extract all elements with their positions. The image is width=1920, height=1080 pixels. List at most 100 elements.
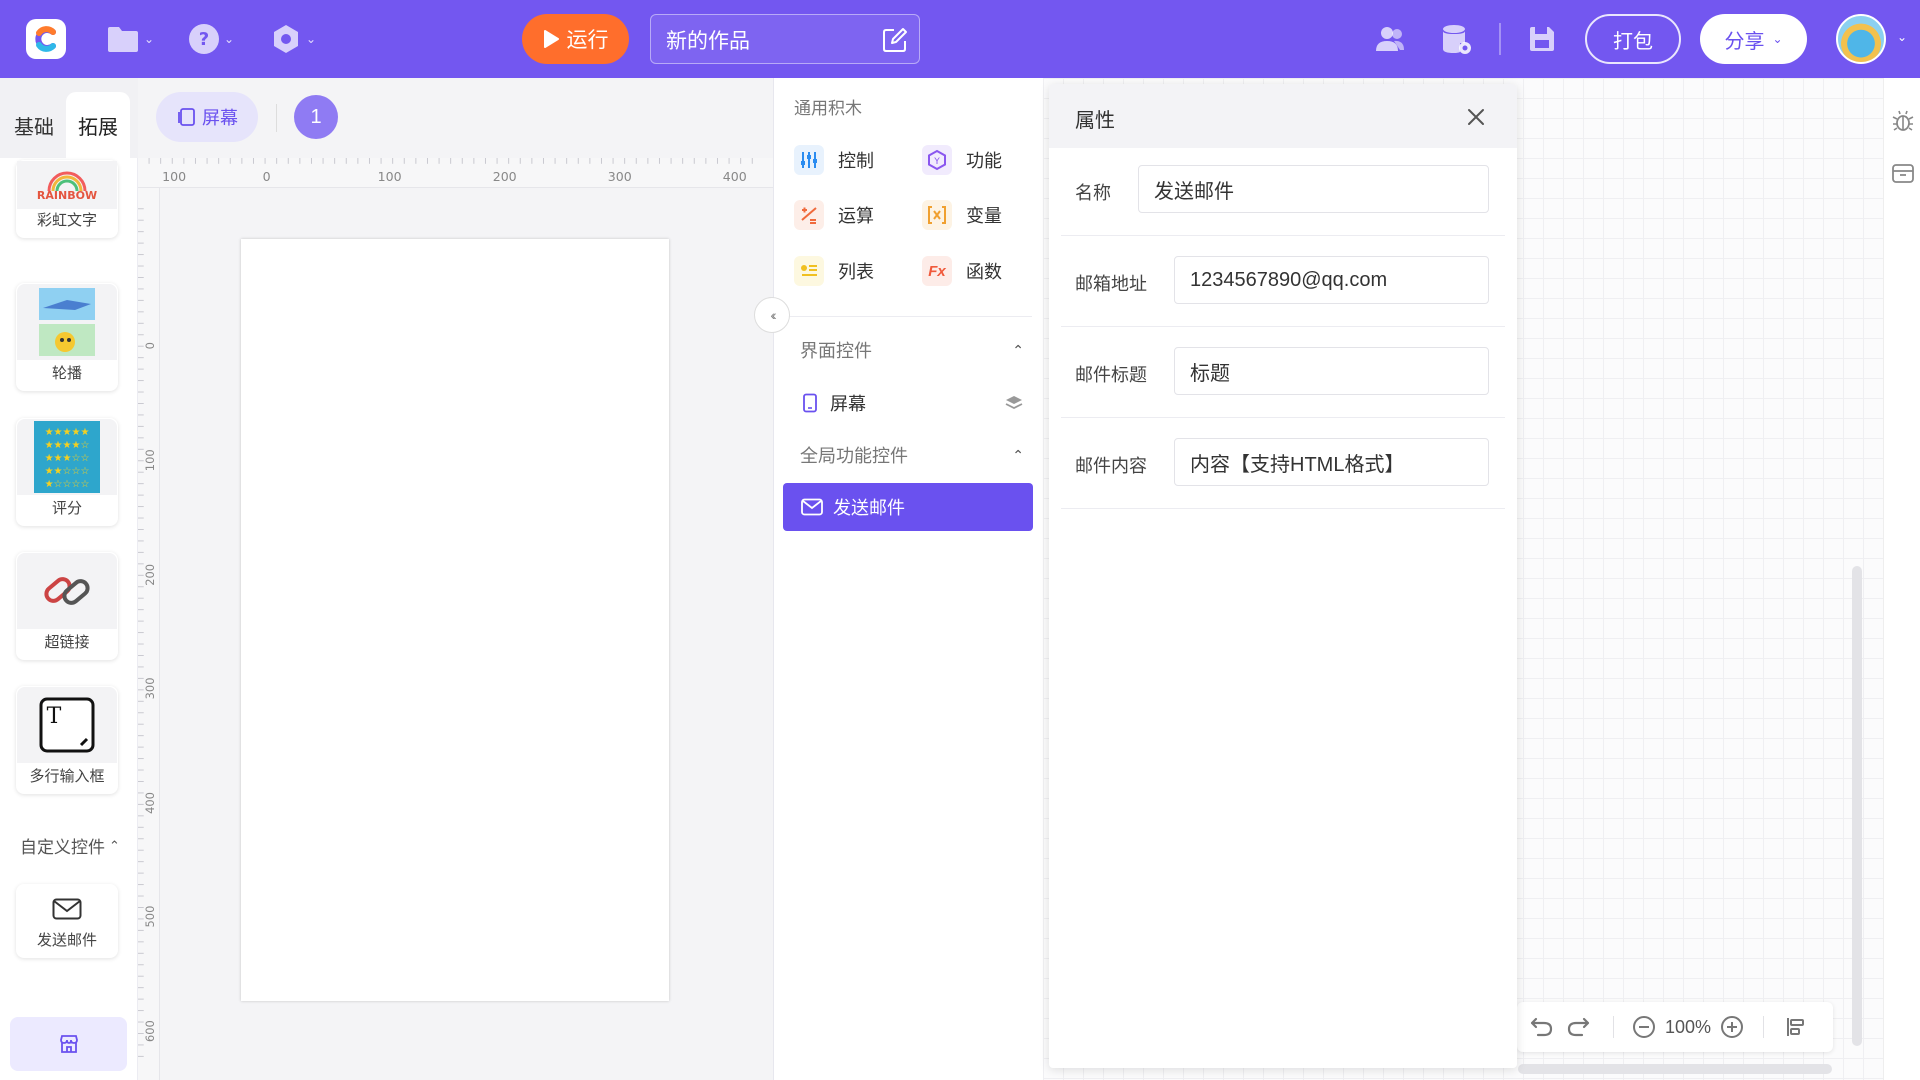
top-bar: ⌄ ? ⌄ ⌄ 运行 新的作品 打包 分享 ⌄ ⌄: [0, 0, 1920, 78]
run-button[interactable]: 运行: [522, 14, 629, 64]
undo-button[interactable]: [1525, 1002, 1559, 1052]
ruler-label: 100: [143, 449, 157, 471]
component-carousel[interactable]: 轮播: [16, 283, 118, 391]
zoom-out-button[interactable]: [1629, 1002, 1659, 1052]
close-icon: [1468, 109, 1484, 125]
block-label: 运算: [838, 206, 874, 226]
screen-item-main: 屏幕: [802, 390, 866, 416]
chevron-down-icon: ⌄: [306, 32, 317, 46]
chevron-down-icon[interactable]: ⌄: [1897, 30, 1907, 44]
screen-selector[interactable]: 屏幕: [156, 92, 258, 142]
operator-icon: [794, 200, 824, 230]
custom-components-header[interactable]: 自定义控件 ⌃: [20, 833, 120, 858]
share-button[interactable]: 分享 ⌄: [1700, 14, 1807, 64]
global-controls-group-header[interactable]: 全局功能控件 ⌃: [800, 437, 1024, 473]
svg-text:Y: Y: [933, 157, 940, 167]
block-label: 列表: [838, 262, 874, 282]
field-label-content: 邮件内容: [1075, 456, 1147, 476]
tab-extension[interactable]: 拓展: [66, 92, 130, 158]
settings-icon: [274, 25, 298, 53]
collaborators-button[interactable]: [1371, 20, 1409, 58]
field-label-email: 邮箱地址: [1075, 274, 1147, 294]
zoom-toolbar: 100%: [1517, 1002, 1833, 1052]
zoom-in-button[interactable]: [1717, 1002, 1747, 1052]
project-title-box: [650, 14, 920, 64]
redo-button[interactable]: [1561, 1002, 1595, 1052]
project-title-input[interactable]: [666, 25, 866, 55]
layers-icon[interactable]: [1004, 394, 1024, 412]
properties-title: 属性: [1075, 110, 1115, 132]
rating-thumbnail: ★★★★★ ★★★★☆ ★★★☆☆ ★★☆☆☆ ★☆☆☆☆: [17, 419, 117, 495]
block-operator[interactable]: 运算: [794, 197, 874, 233]
database-button[interactable]: [1437, 20, 1475, 58]
component-rating[interactable]: ★★★★★ ★★★★☆ ★★★☆☆ ★★☆☆☆ ★☆☆☆☆ 评分: [16, 418, 118, 526]
general-blocks-title: 通用积木: [794, 99, 862, 118]
bug-icon: [1892, 110, 1913, 131]
workspace-vertical-scrollbar[interactable]: [1852, 566, 1862, 1046]
file-menu[interactable]: ⌄: [106, 20, 154, 58]
component-rainbow-text[interactable]: RAINBOW 彩虹文字: [16, 160, 118, 238]
screen-number-badge[interactable]: 1: [294, 95, 338, 139]
edit-icon[interactable]: [882, 27, 908, 53]
email-content-field[interactable]: [1174, 438, 1489, 486]
ruler-label: 200: [493, 169, 517, 184]
divider: [1061, 508, 1505, 509]
archive-icon: [1891, 164, 1914, 183]
blocks-panel: 通用积木 控制 Y 功能 运算 变量 列表 Fx 函数 界面控件 ⌃ 屏幕 全局…: [773, 78, 1043, 1080]
screen-chip-label: 屏幕: [202, 108, 238, 128]
block-control[interactable]: 控制: [794, 142, 874, 178]
chevron-down-icon: ⌄: [224, 32, 235, 46]
store-button[interactable]: [10, 1017, 127, 1071]
horizontal-ruler: 100 0 100 200 300 400: [138, 158, 773, 188]
block-list[interactable]: 列表: [794, 253, 874, 289]
settings-menu[interactable]: ⌄: [270, 20, 316, 58]
ruler-label: 0: [143, 342, 157, 349]
save-button[interactable]: [1523, 20, 1561, 58]
close-button[interactable]: [1461, 102, 1491, 132]
collapse-panel-button[interactable]: ‹‹: [754, 297, 790, 333]
ui-controls-group-header[interactable]: 界面控件 ⌃: [800, 332, 1024, 368]
phone-icon: [803, 393, 817, 413]
email-address-field[interactable]: [1174, 256, 1489, 304]
folder-icon: [108, 27, 138, 52]
pack-button[interactable]: 打包: [1585, 14, 1681, 64]
sidebar-tabs: 基础 拓展: [0, 78, 138, 158]
mail-icon: [801, 498, 823, 516]
help-menu[interactable]: ? ⌄: [188, 20, 234, 58]
variable-icon: [922, 200, 952, 230]
logo-icon: [35, 26, 56, 52]
component-multiline-input[interactable]: T 多行输入框: [16, 686, 118, 794]
mail-icon-wrap: [16, 898, 118, 920]
block-variable[interactable]: 变量: [922, 197, 1002, 233]
app-logo[interactable]: [26, 19, 66, 59]
avatar[interactable]: [1836, 14, 1886, 64]
divider: [1061, 326, 1505, 327]
phone-screen-canvas[interactable]: [241, 239, 669, 1001]
component-hyperlink[interactable]: 超链接: [16, 552, 118, 660]
chevron-up-icon: ⌃: [1012, 446, 1024, 463]
svg-text:★★★★★: ★★★★★: [45, 427, 90, 438]
zoom-in-icon: [1721, 1016, 1743, 1038]
chevron-up-icon: ⌃: [109, 837, 120, 853]
name-field[interactable]: [1138, 165, 1489, 213]
undo-icon: [1530, 1017, 1553, 1037]
tree-item-screen[interactable]: 屏幕: [802, 385, 1024, 421]
zoom-level: 100%: [1665, 1017, 1712, 1037]
design-canvas: 屏幕 1 100 0 100 200 300 400 0 100 200 300 400 500 60…: [138, 78, 773, 1080]
backpack-button[interactable]: [1884, 156, 1920, 190]
divider: [1061, 417, 1505, 418]
send-mail-item-label: 发送邮件: [833, 498, 905, 518]
block-function[interactable]: Y 功能: [922, 142, 1002, 178]
help-icon: ?: [189, 24, 219, 54]
workspace-horizontal-scrollbar[interactable]: [1518, 1064, 1832, 1074]
properties-panel: 属性 名称 邮箱地址 邮件标题 邮件内容: [1049, 84, 1517, 1068]
tab-basic[interactable]: 基础: [2, 92, 66, 158]
debug-button[interactable]: [1884, 104, 1920, 138]
align-blocks-button[interactable]: [1779, 1002, 1813, 1052]
component-label: 轮播: [51, 365, 82, 382]
component-send-email[interactable]: 发送邮件: [16, 884, 118, 958]
block-math-function[interactable]: Fx 函数: [922, 253, 1002, 289]
email-subject-field[interactable]: [1174, 347, 1489, 395]
tree-item-send-email[interactable]: 发送邮件: [783, 483, 1033, 531]
component-label: 评分: [51, 500, 82, 517]
